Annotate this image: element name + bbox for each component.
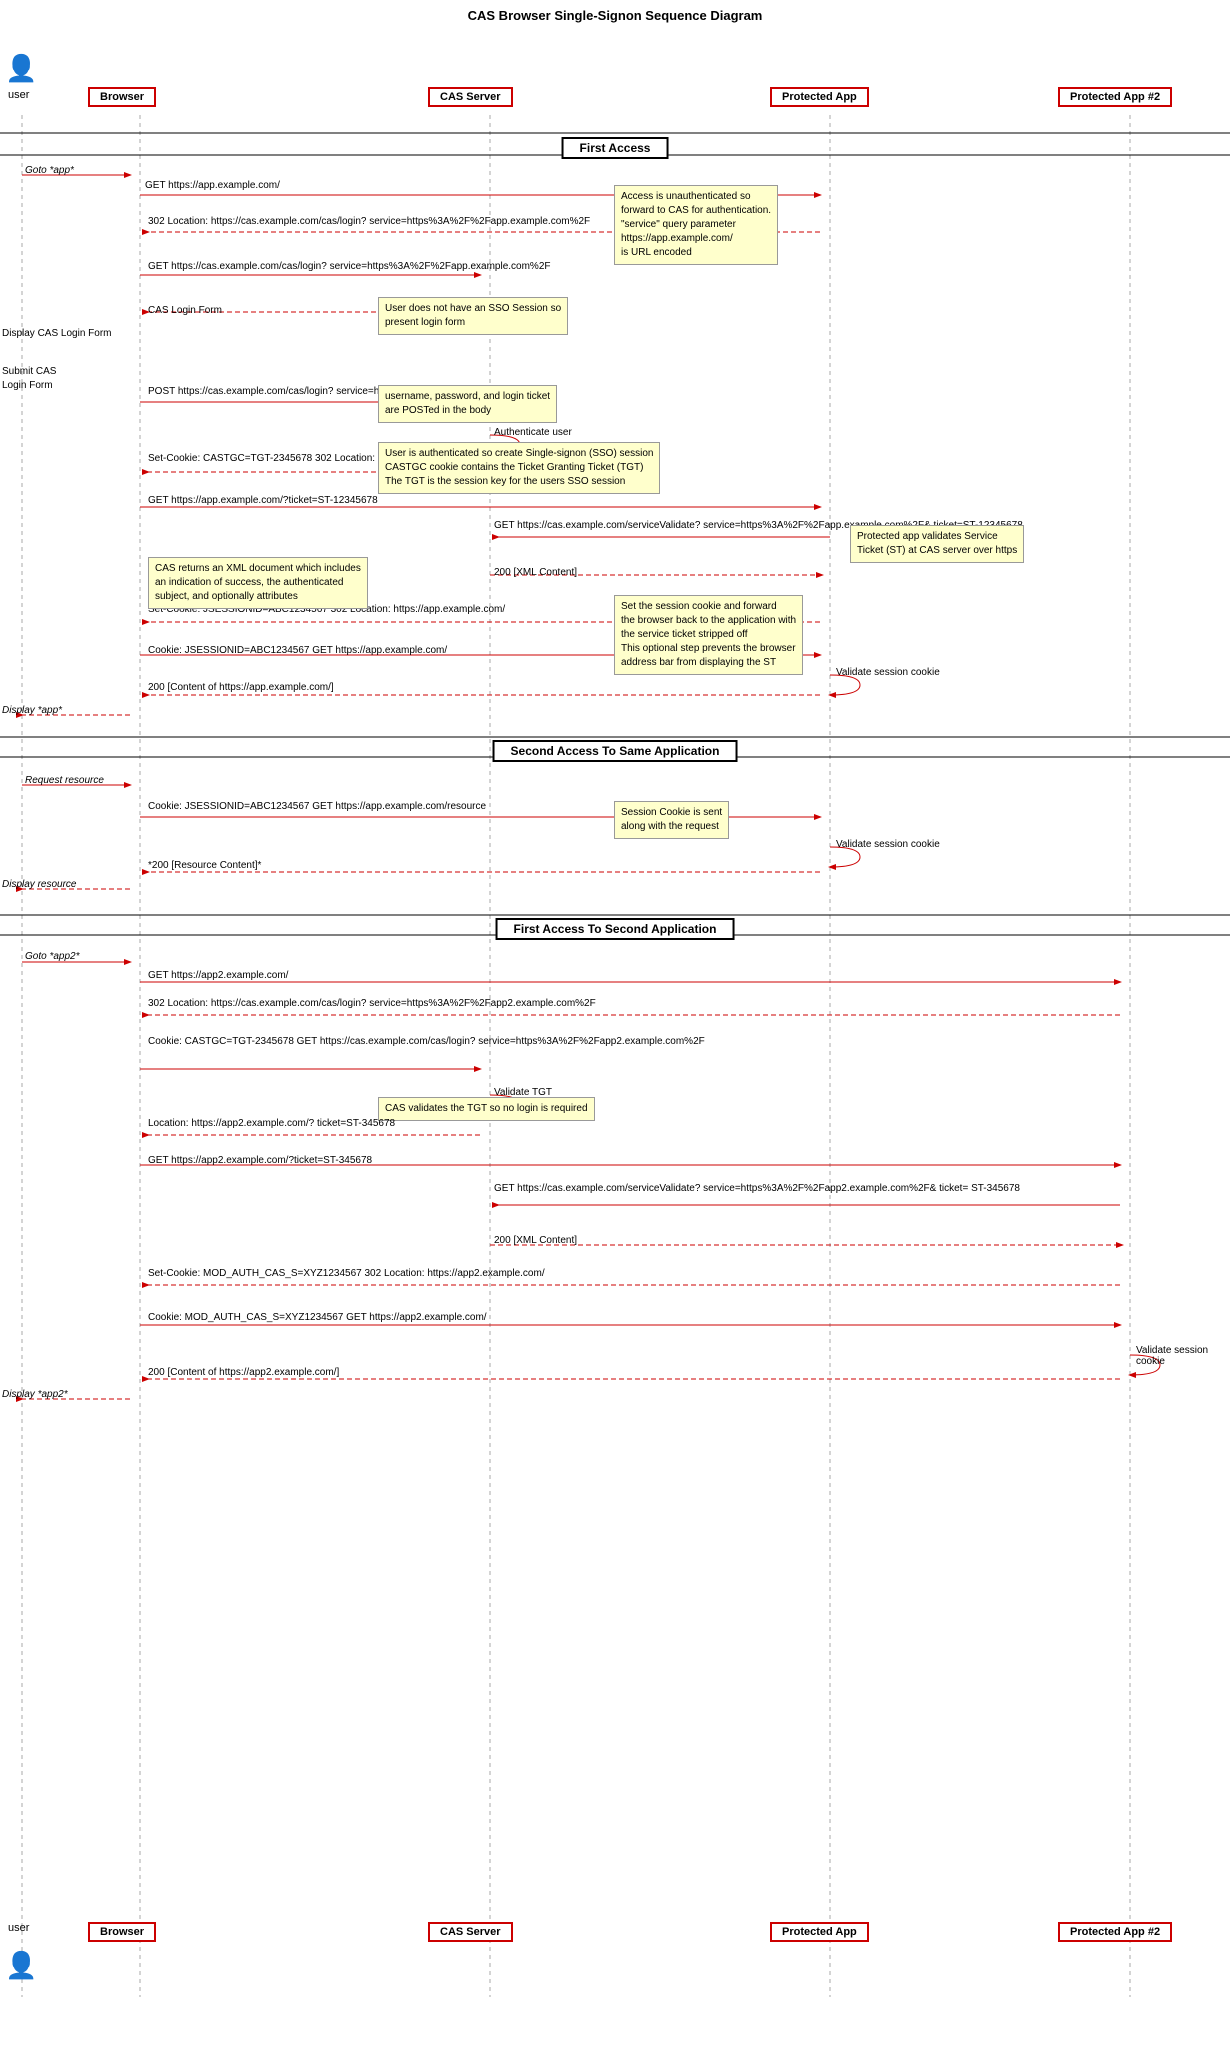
- xml-200-2-label: 200 [XML Content]: [494, 1235, 577, 1246]
- app2-actor-top: Protected App #2: [1058, 87, 1172, 107]
- user-label-bottom: user: [8, 1922, 29, 1934]
- display-cas-login-label: Display CAS Login Form: [2, 327, 111, 341]
- cas-actor-bottom: CAS Server: [428, 1922, 513, 1942]
- browser-actor-bottom: Browser: [88, 1922, 156, 1942]
- app2-actor-bottom: Protected App #2: [1058, 1922, 1172, 1942]
- get-app2-label: GET https://app2.example.com/: [148, 970, 288, 981]
- get-cas-login-label: GET https://cas.example.com/cas/login? s…: [148, 260, 551, 274]
- section1-header: First Access: [562, 137, 669, 159]
- app1-actor-bottom: Protected App: [770, 1922, 869, 1942]
- user-icon-top: 👤: [5, 55, 37, 81]
- redirect-302-label: 302 Location: https://cas.example.com/ca…: [148, 215, 590, 229]
- note-username-posted: username, password, and login ticketare …: [378, 385, 557, 423]
- response-200-label: 200 [Content of https://app.example.com/…: [148, 682, 334, 693]
- note-cas-xml: CAS returns an XML document which includ…: [148, 557, 368, 609]
- browser-actor-top: Browser: [88, 87, 156, 107]
- cas-login-form-label: CAS Login Form: [148, 305, 222, 316]
- resource-200-label: *200 [Resource Content]*: [148, 860, 261, 871]
- display-app2-label: Display *app2*: [2, 1389, 68, 1400]
- authenticate-label: Authenticate user: [494, 427, 572, 438]
- note-access-unauth: Access is unauthenticated soforward to C…: [614, 185, 778, 265]
- location-st345-label: Location: https://app2.example.com/? tic…: [148, 1117, 395, 1131]
- cookie-mod-get-label: Cookie: MOD_AUTH_CAS_S=XYZ1234567 GET ht…: [148, 1312, 487, 1323]
- page-title: CAS Browser Single-Signon Sequence Diagr…: [0, 0, 1230, 27]
- user-icon-bottom: 👤: [5, 1952, 37, 1978]
- cas-actor-top: CAS Server: [428, 87, 513, 107]
- note-set-session: Set the session cookie and forwardthe br…: [614, 595, 803, 675]
- goto-app-label: Goto *app*: [25, 165, 74, 176]
- section2-header: Second Access To Same Application: [493, 740, 738, 762]
- cookie-resource-label: Cookie: JSESSIONID=ABC1234567 GET https:…: [148, 800, 486, 814]
- get-app-label: GET https://app.example.com/: [145, 180, 280, 191]
- note-no-sso: User does not have an SSO Session sopres…: [378, 297, 568, 335]
- note-sso-created: User is authenticated so create Single-s…: [378, 442, 660, 494]
- validate-session-label: Validate session cookie: [836, 667, 940, 678]
- redirect-302-app2-label: 302 Location: https://cas.example.com/ca…: [148, 997, 596, 1011]
- goto-app2-label: Goto *app2*: [25, 951, 80, 962]
- response-200-app2-label: 200 [Content of https://app2.example.com…: [148, 1367, 339, 1378]
- request-resource-label: Request resource: [25, 775, 104, 786]
- xml-200-label: 200 [XML Content]: [494, 567, 577, 578]
- cookie-get-label: Cookie: JSESSIONID=ABC1234567 GET https:…: [148, 645, 447, 656]
- validate-session-app2-label: Validate session cookie: [1136, 1345, 1230, 1367]
- display-app-label: Display *app*: [2, 705, 62, 716]
- note-session-sent: Session Cookie is sentalong with the req…: [614, 801, 729, 839]
- app1-actor-top: Protected App: [770, 87, 869, 107]
- submit-cas-login-label: Submit CASLogin Form: [2, 365, 56, 393]
- get-app2-ticket-label: GET https://app2.example.com/?ticket=ST-…: [148, 1155, 372, 1166]
- get-validate2-label: GET https://cas.example.com/serviceValid…: [494, 1182, 1020, 1196]
- set-mod-auth-label: Set-Cookie: MOD_AUTH_CAS_S=XYZ1234567 30…: [148, 1267, 545, 1281]
- user-label-top: user: [8, 89, 29, 101]
- note-cas-validates-tgt: CAS validates the TGT so no login is req…: [378, 1097, 595, 1121]
- display-resource-label: Display resource: [2, 879, 76, 890]
- section3-header: First Access To Second Application: [496, 918, 735, 940]
- validate-session2-label: Validate session cookie: [836, 839, 940, 850]
- cookie-tgt-get-label: Cookie: CASTGC=TGT-2345678 GET https://c…: [148, 1035, 705, 1049]
- note-app-validates: Protected app validates ServiceTicket (S…: [850, 525, 1024, 563]
- get-app-ticket-label: GET https://app.example.com/?ticket=ST-1…: [148, 495, 378, 506]
